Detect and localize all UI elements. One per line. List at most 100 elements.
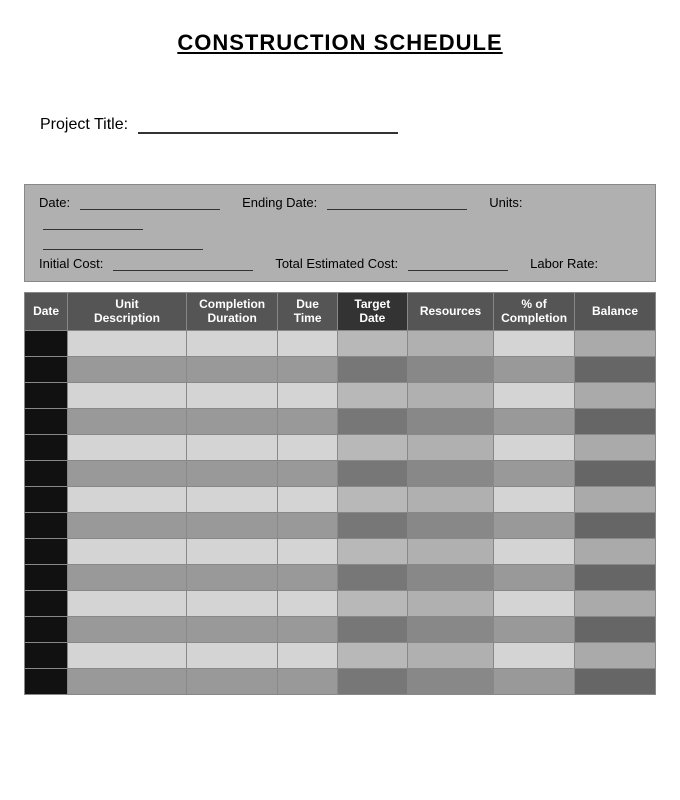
table-row: [25, 668, 656, 694]
table-cell: [278, 538, 337, 564]
th-balance: Balance: [575, 293, 656, 331]
table-cell: [68, 616, 187, 642]
total-estimated-line: [408, 257, 508, 271]
units-line: [43, 216, 143, 230]
total-estimated-label: Total Estimated Cost:: [275, 256, 398, 271]
table-cell: [186, 434, 278, 460]
page: CONSTRUCTION SCHEDULE Project Title: Dat…: [0, 0, 680, 800]
labor-rate-label: Labor Rate:: [530, 256, 598, 271]
table-cell: [186, 330, 278, 356]
table-cell: [25, 564, 68, 590]
table-cell: [68, 356, 187, 382]
table-cell: [337, 330, 407, 356]
table-cell: [68, 590, 187, 616]
table-cell: [575, 460, 656, 486]
table-row: [25, 330, 656, 356]
table-cell: [186, 590, 278, 616]
table-cell: [278, 330, 337, 356]
table-cell: [186, 616, 278, 642]
table-header-row: Date UnitDescription CompletionDuration …: [25, 293, 656, 331]
table-cell: [68, 460, 187, 486]
table-cell: [575, 668, 656, 694]
table-cell: [575, 434, 656, 460]
table-cell: [575, 616, 656, 642]
table-cell: [337, 668, 407, 694]
table-row: [25, 408, 656, 434]
table-cell: [337, 616, 407, 642]
units-label: Units:: [489, 195, 522, 210]
table-cell: [407, 538, 493, 564]
table-cell: [278, 668, 337, 694]
table-cell: [337, 356, 407, 382]
table-cell: [494, 408, 575, 434]
table-cell: [407, 616, 493, 642]
table-cell: [278, 564, 337, 590]
th-pct: % ofCompletion: [494, 293, 575, 331]
table-cell: [186, 382, 278, 408]
table-cell: [68, 486, 187, 512]
table-cell: [407, 356, 493, 382]
table-cell: [575, 642, 656, 668]
table-cell: [407, 668, 493, 694]
ending-date-label: Ending Date:: [242, 195, 317, 210]
table-cell: [494, 486, 575, 512]
table-row: [25, 538, 656, 564]
table-cell: [68, 512, 187, 538]
th-target: TargetDate: [337, 293, 407, 331]
table-cell: [494, 538, 575, 564]
units-line-2: [43, 236, 203, 250]
initial-cost-label: Initial Cost:: [39, 256, 103, 271]
table-cell: [68, 668, 187, 694]
table-cell: [68, 434, 187, 460]
table-cell: [186, 486, 278, 512]
table-cell: [337, 642, 407, 668]
table-cell: [278, 434, 337, 460]
th-resources: Resources: [407, 293, 493, 331]
table-body: [25, 330, 656, 694]
table-row: [25, 642, 656, 668]
table-cell: [68, 564, 187, 590]
table-cell: [68, 642, 187, 668]
table-cell: [278, 356, 337, 382]
table-cell: [25, 408, 68, 434]
table-cell: [68, 538, 187, 564]
th-completion: CompletionDuration: [186, 293, 278, 331]
table-cell: [337, 460, 407, 486]
page-title: CONSTRUCTION SCHEDULE: [24, 30, 656, 56]
table-cell: [25, 512, 68, 538]
table-cell: [278, 408, 337, 434]
table-cell: [575, 512, 656, 538]
table-cell: [337, 408, 407, 434]
table-cell: [494, 590, 575, 616]
table-cell: [407, 590, 493, 616]
table-cell: [575, 564, 656, 590]
table-cell: [494, 460, 575, 486]
table-cell: [575, 356, 656, 382]
table-cell: [186, 668, 278, 694]
table-cell: [25, 642, 68, 668]
table-cell: [494, 382, 575, 408]
project-title-label: Project Title:: [40, 116, 128, 133]
table-cell: [25, 616, 68, 642]
table-cell: [186, 460, 278, 486]
table-row: [25, 434, 656, 460]
table-cell: [337, 564, 407, 590]
table-cell: [25, 460, 68, 486]
table-cell: [575, 538, 656, 564]
table-cell: [68, 330, 187, 356]
table-cell: [278, 616, 337, 642]
table-cell: [25, 486, 68, 512]
table-row: [25, 486, 656, 512]
table-row: [25, 356, 656, 382]
table-cell: [278, 512, 337, 538]
table-row: [25, 382, 656, 408]
table-row: [25, 590, 656, 616]
table-cell: [494, 616, 575, 642]
initial-cost-line: [113, 257, 253, 271]
table-cell: [407, 642, 493, 668]
ending-date-line: [327, 196, 467, 210]
table-cell: [278, 642, 337, 668]
table-cell: [278, 382, 337, 408]
table-cell: [407, 512, 493, 538]
table-cell: [337, 538, 407, 564]
